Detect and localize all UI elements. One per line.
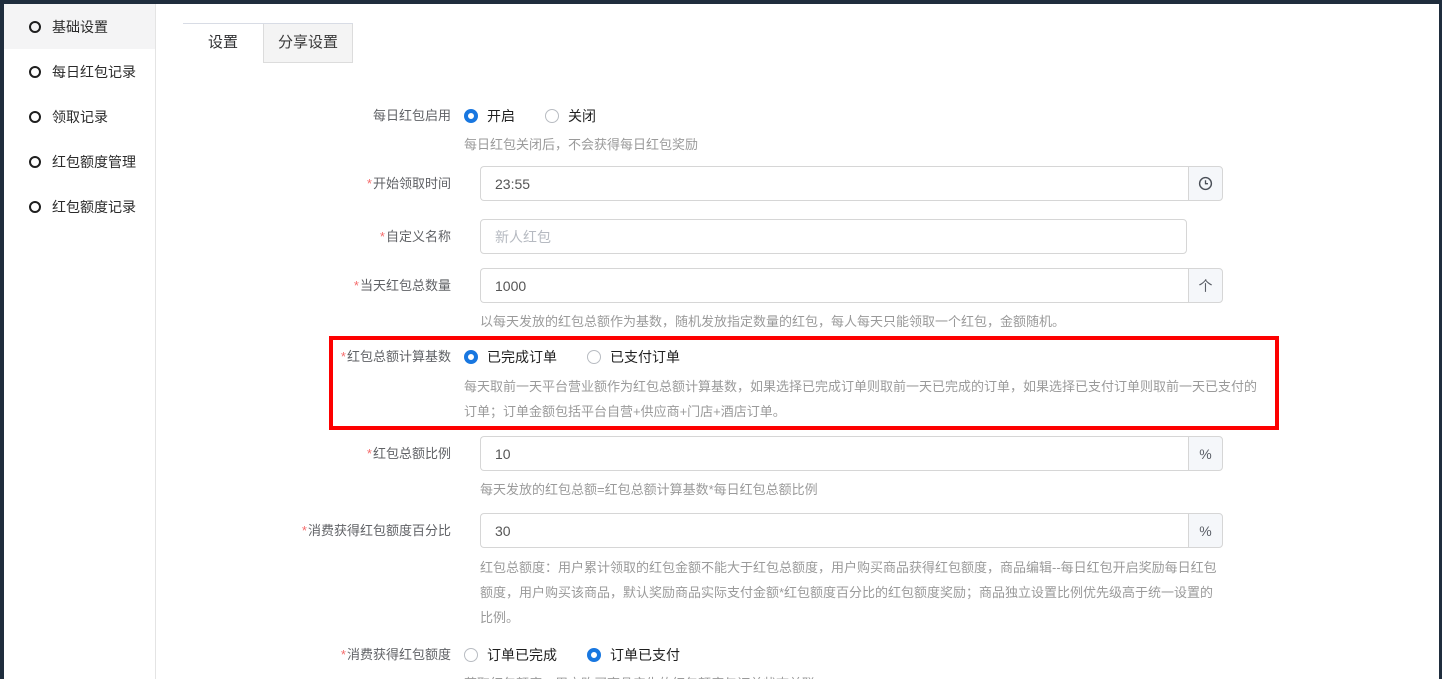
label-text: 红包总额计算基数	[347, 349, 451, 364]
radio-order-paid[interactable]: 订单已支付	[587, 645, 680, 665]
app-root: 基础设置 每日红包记录 领取记录 红包额度管理 红包额度记录 设置 分享设置	[0, 0, 1442, 679]
sidebar-item-quota-management[interactable]: 红包额度管理	[4, 139, 155, 184]
field-content: 个 以每天发放的红包总额作为基数，随机发放指定数量的红包，每人每天只能领取一个红…	[480, 268, 1223, 331]
sidebar-item-claim-records[interactable]: 领取记录	[4, 94, 155, 139]
label-text: 消费获得红包额度	[347, 647, 451, 662]
row-total-count: *当天红包总数量 个 以每天发放的红包总额作为基数，随机发放指定数量的红包，每人…	[157, 268, 1439, 331]
clock-icon	[1198, 176, 1213, 191]
total-ratio-input[interactable]	[480, 436, 1188, 471]
tab-share-settings[interactable]: 分享设置	[263, 24, 353, 63]
quota-percent-input[interactable]	[480, 513, 1188, 548]
field-label: *自定义名称	[157, 219, 451, 254]
custom-name-input[interactable]	[480, 219, 1187, 254]
field-content: 已完成订单 已支付订单 每天取前一天平台营业额作为红包总额计算基数，如果选择已完…	[464, 347, 1264, 424]
required-mark: *	[367, 446, 372, 461]
label-text: 自定义名称	[386, 229, 451, 244]
helper-text: 每日红包关闭后，不会获得每日红包奖励	[464, 135, 698, 154]
radio-completed-orders[interactable]: 已完成订单	[464, 347, 557, 367]
required-mark: *	[380, 229, 385, 244]
settings-form: 每日红包启用 开启 关闭 每日红包关闭后，不会获得每日红包奖励	[157, 106, 1439, 679]
circle-icon	[29, 156, 41, 168]
circle-icon	[29, 111, 41, 123]
radio-paid-orders[interactable]: 已支付订单	[587, 347, 680, 367]
circle-icon	[29, 201, 41, 213]
row-custom-name: *自定义名称	[157, 219, 1439, 254]
helper-text: 每天发放的红包总额=红包总额计算基数*每日红包总额比例	[480, 480, 1223, 499]
total-count-input[interactable]	[480, 268, 1188, 303]
field-content: 开启 关闭 每日红包关闭后，不会获得每日红包奖励	[464, 106, 698, 154]
main-panel: 设置 分享设置 每日红包启用 开启 关闭	[157, 4, 1439, 679]
radio-label: 订单已支付	[610, 645, 680, 665]
sidebar-item-label: 每日红包记录	[52, 62, 136, 82]
row-quota-percent: *消费获得红包额度百分比 % 红包总额度：用户累计领取的红包金额不能大于红包总额…	[157, 513, 1439, 630]
required-mark: *	[367, 176, 372, 191]
radio-label: 关闭	[568, 106, 596, 126]
required-mark: *	[354, 278, 359, 293]
percent-suffix: %	[1188, 513, 1223, 548]
field-label: *当天红包总数量	[157, 268, 451, 331]
time-picker-button[interactable]	[1188, 166, 1223, 201]
sidebar-item-label: 基础设置	[52, 17, 108, 37]
radio-checked-icon	[587, 648, 601, 662]
sidebar-item-label: 红包额度记录	[52, 197, 136, 217]
start-time-input[interactable]	[480, 166, 1188, 201]
label-text: 每日红包启用	[373, 108, 451, 123]
required-mark: *	[341, 647, 346, 662]
field-label: *消费获得红包额度	[157, 645, 451, 679]
radio-enable-off[interactable]: 关闭	[545, 106, 596, 126]
radio-unchecked-icon	[587, 350, 601, 364]
field-content: 订单已完成 订单已支付 获取红包额度：用户购买商品产生的红包额度与订单状态关联	[464, 645, 815, 679]
percent-suffix: %	[1188, 436, 1223, 471]
radio-order-completed[interactable]: 订单已完成	[464, 645, 557, 665]
label-text: 红包总额比例	[373, 446, 451, 461]
field-content	[480, 219, 1187, 254]
field-label: *开始领取时间	[157, 166, 451, 201]
row-total-ratio: *红包总额比例 % 每天发放的红包总额=红包总额计算基数*每日红包总额比例	[157, 436, 1439, 499]
label-text: 消费获得红包额度百分比	[308, 523, 451, 538]
label-text: 当天红包总数量	[360, 278, 451, 293]
sidebar-item-basic-settings[interactable]: 基础设置	[4, 4, 155, 49]
helper-text: 获取红包额度：用户购买商品产生的红包额度与订单状态关联	[464, 674, 815, 679]
field-content: % 红包总额度：用户累计领取的红包金额不能大于红包总额度，用户购买商品获得红包额…	[480, 513, 1225, 630]
field-content: % 每天发放的红包总额=红包总额计算基数*每日红包总额比例	[480, 436, 1223, 499]
radio-label: 订单已完成	[487, 645, 557, 665]
field-label: *消费获得红包额度百分比	[157, 513, 451, 630]
sidebar-item-quota-records[interactable]: 红包额度记录	[4, 184, 155, 229]
required-mark: *	[341, 349, 346, 364]
field-label: *红包总额比例	[157, 436, 451, 499]
radio-label: 已完成订单	[487, 347, 557, 367]
sidebar: 基础设置 每日红包记录 领取记录 红包额度管理 红包额度记录	[4, 4, 156, 679]
row-quota-state: *消费获得红包额度 订单已完成 订单已支付 获取红包额度：用户购买商品产生的红包	[157, 645, 1439, 679]
radio-label: 开启	[487, 106, 515, 126]
circle-icon	[29, 66, 41, 78]
circle-icon	[29, 21, 41, 33]
field-label: 每日红包启用	[157, 106, 451, 154]
row-calc-base: *红包总额计算基数 已完成订单 已支付订单 每天取前一天平台营业额作为红包总额计	[157, 347, 1439, 424]
tab-bar: 设置 分享设置	[183, 23, 353, 63]
radio-checked-icon	[464, 109, 478, 123]
radio-unchecked-icon	[464, 648, 478, 662]
sidebar-item-daily-redpacket-records[interactable]: 每日红包记录	[4, 49, 155, 94]
helper-text: 红包总额度：用户累计领取的红包金额不能大于红包总额度，用户购买商品获得红包额度，…	[480, 555, 1225, 630]
required-mark: *	[302, 523, 307, 538]
row-daily-enable: 每日红包启用 开启 关闭 每日红包关闭后，不会获得每日红包奖励	[157, 106, 1439, 154]
row-start-time: *开始领取时间	[157, 166, 1439, 201]
tab-settings[interactable]: 设置	[183, 24, 263, 63]
label-text: 开始领取时间	[373, 176, 451, 191]
helper-text: 每天取前一天平台营业额作为红包总额计算基数，如果选择已完成订单则取前一天已完成的…	[464, 374, 1264, 424]
sidebar-item-label: 领取记录	[52, 107, 108, 127]
field-label: *红包总额计算基数	[157, 347, 451, 424]
radio-enable-on[interactable]: 开启	[464, 106, 515, 126]
radio-label: 已支付订单	[610, 347, 680, 367]
window-frame-top	[0, 0, 1442, 4]
helper-text: 以每天发放的红包总额作为基数，随机发放指定数量的红包，每人每天只能领取一个红包，…	[480, 312, 1223, 331]
radio-checked-icon	[464, 350, 478, 364]
field-content	[480, 166, 1223, 201]
window-frame-left	[0, 0, 4, 679]
radio-unchecked-icon	[545, 109, 559, 123]
sidebar-item-label: 红包额度管理	[52, 152, 136, 172]
unit-suffix: 个	[1188, 268, 1223, 303]
